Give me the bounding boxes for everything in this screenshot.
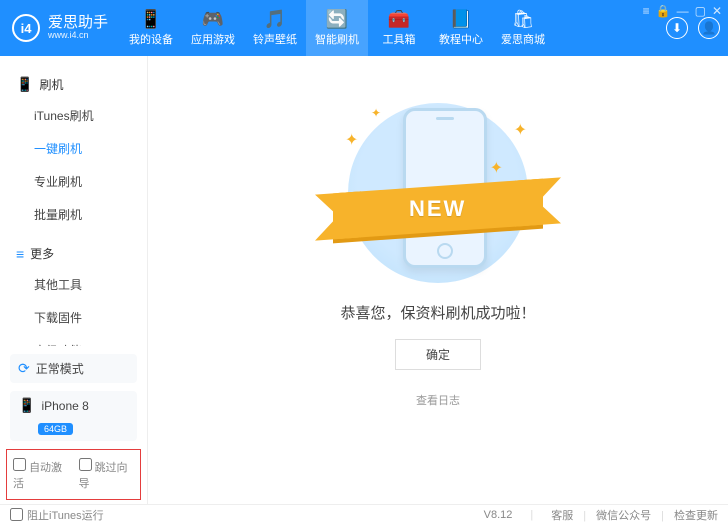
nav-label: 应用游戏: [191, 31, 235, 47]
footer-link[interactable]: 微信公众号: [596, 510, 651, 522]
sidebar: 📱 刷机 iTunes刷机一键刷机专业刷机批量刷机 ≡ 更多其他工具下载固件高级功能 ⟳…: [0, 56, 148, 504]
nav-item-5[interactable]: 📘 教程中心: [430, 0, 492, 56]
section-title: 更多: [30, 245, 54, 262]
sidebar-item[interactable]: 其他工具: [0, 268, 147, 301]
maximize-icon[interactable]: ▢: [695, 4, 706, 18]
nav-icon: 🔄: [326, 10, 348, 28]
nav-item-3[interactable]: 🔄 智能刷机: [306, 0, 368, 56]
block-itunes-checkbox[interactable]: 阻止iTunes运行: [10, 507, 104, 523]
sidebar-item[interactable]: 批量刷机: [0, 198, 147, 231]
nav-item-0[interactable]: 📱 我的设备: [120, 0, 182, 56]
nav-icon: 🎮: [202, 10, 224, 28]
nav-label: 工具箱: [383, 31, 416, 47]
sidebar-item[interactable]: 一键刷机: [0, 132, 147, 165]
device-chip[interactable]: 📱 iPhone 8 64GB: [10, 391, 137, 441]
window-controls: ≡ 🔒 — ▢ ✕: [643, 4, 722, 18]
option-checkbox[interactable]: 自动激活: [13, 458, 69, 491]
nav-item-4[interactable]: 🧰 工具箱: [368, 0, 430, 56]
footer-link[interactable]: 客服: [551, 510, 573, 522]
nav-label: 我的设备: [129, 31, 173, 47]
app-header: i4 爱思助手 www.i4.cn 📱 我的设备 🎮 应用游戏 🎵 铃声壁纸 🔄 智能刷机 🧰 工…: [0, 0, 728, 56]
side-section-header[interactable]: 📱 刷机: [0, 70, 147, 99]
section-title: 刷机: [39, 76, 63, 93]
version-label: V8.12: [484, 509, 513, 521]
device-name: iPhone 8: [41, 399, 88, 413]
top-nav: 📱 我的设备 🎮 应用游戏 🎵 铃声壁纸 🔄 智能刷机 🧰 工具箱 📘 教程中心 🛍 爱思商城: [120, 0, 666, 56]
block-itunes-input[interactable]: [10, 508, 23, 521]
success-illustration: ✦ ✦ ✦ ✦ NEW: [323, 98, 553, 288]
sidebar-item[interactable]: 专业刷机: [0, 165, 147, 198]
nav-icon: 📱: [140, 10, 162, 28]
nav-icon: 🧰: [388, 10, 410, 28]
content-pane: ✦ ✦ ✦ ✦ NEW 恭喜您，保资料刷机成功啦！ 确定 查看日志: [148, 56, 728, 504]
side-section-header[interactable]: ≡ 更多: [0, 239, 147, 268]
nav-icon: 🛍: [512, 10, 535, 28]
option-input[interactable]: [13, 458, 26, 471]
lock-icon[interactable]: 🔒: [656, 4, 671, 18]
section-icon: ≡: [16, 246, 24, 262]
nav-label: 教程中心: [439, 31, 483, 47]
view-log-link[interactable]: 查看日志: [416, 392, 460, 408]
nav-item-2[interactable]: 🎵 铃声壁纸: [244, 0, 306, 56]
section-icon: 📱: [16, 76, 33, 93]
nav-icon: 🎵: [264, 10, 286, 28]
brand-url: www.i4.cn: [48, 31, 108, 41]
nav-item-6[interactable]: 🛍 爱思商城: [492, 0, 554, 56]
nav-label: 铃声壁纸: [253, 31, 297, 47]
brand-logo: i4 爱思助手 www.i4.cn: [0, 0, 120, 56]
phone-icon: 📱: [18, 397, 35, 414]
footer-link[interactable]: 检查更新: [674, 510, 718, 522]
brand-name: 爱思助手: [48, 15, 108, 32]
mode-chip[interactable]: ⟳ 正常模式: [10, 354, 137, 383]
option-checkbox[interactable]: 跳过向导: [79, 458, 135, 491]
confirm-button[interactable]: 确定: [395, 339, 481, 370]
user-button[interactable]: 👤: [698, 17, 720, 39]
sidebar-item[interactable]: 下载固件: [0, 301, 147, 334]
refresh-icon: ⟳: [18, 360, 30, 377]
minimize-icon[interactable]: —: [677, 4, 689, 18]
success-text: 恭喜您，保资料刷机成功啦！: [340, 302, 535, 323]
sidebar-item[interactable]: 高级功能: [0, 334, 147, 346]
ribbon-text: NEW: [409, 196, 466, 222]
status-bar: 阻止iTunes运行 V8.12 | 客服|微信公众号|检查更新: [0, 504, 728, 524]
option-input[interactable]: [79, 458, 92, 471]
logo-icon: i4: [12, 14, 40, 42]
bottom-check-bar: 自动激活 跳过向导: [6, 449, 141, 500]
nav-label: 智能刷机: [315, 31, 359, 47]
nav-icon: 📘: [450, 10, 472, 28]
nav-label: 爱思商城: [501, 31, 545, 47]
device-storage: 64GB: [38, 423, 73, 435]
nav-item-1[interactable]: 🎮 应用游戏: [182, 0, 244, 56]
sidebar-item[interactable]: iTunes刷机: [0, 99, 147, 132]
mode-label: 正常模式: [36, 360, 84, 377]
block-itunes-label: 阻止iTunes运行: [27, 507, 104, 523]
download-button[interactable]: ⬇: [666, 17, 688, 39]
menu-icon[interactable]: ≡: [643, 4, 650, 18]
close-icon[interactable]: ✕: [712, 4, 722, 18]
